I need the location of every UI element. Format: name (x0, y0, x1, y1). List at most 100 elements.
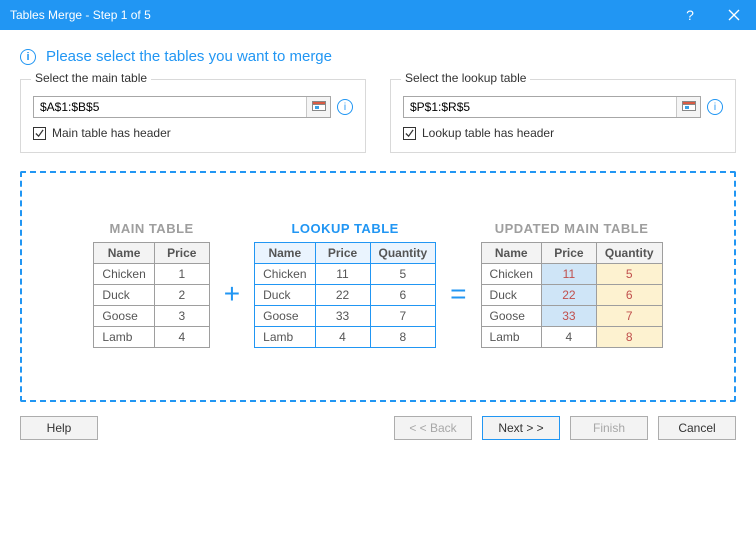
main-has-header-label: Main table has header (52, 126, 171, 140)
table-cell: 5 (370, 264, 436, 285)
table-selectors: Select the main table i Main table has h… (20, 79, 736, 153)
table-cell: 11 (315, 264, 370, 285)
table-cell: Goose (94, 306, 154, 327)
lookup-table-legend: Select the lookup table (401, 71, 530, 85)
lookup-table: Name Price Quantity Chicken115Duck226Goo… (254, 242, 436, 348)
table-row: Lamb48 (255, 327, 436, 348)
col-price: Price (154, 243, 209, 264)
table-cell: 8 (596, 327, 662, 348)
window-title: Tables Merge - Step 1 of 5 (10, 8, 668, 22)
table-cell: Chicken (481, 264, 541, 285)
info-icon: i (20, 49, 36, 65)
table-cell: Lamb (255, 327, 315, 348)
lookup-has-header-label: Lookup table has header (422, 126, 554, 140)
lookup-has-header-checkbox[interactable]: Lookup table has header (403, 126, 723, 140)
main-table-title: MAIN TABLE (93, 221, 209, 236)
help-button[interactable]: Help (20, 416, 98, 440)
page-heading: Please select the tables you want to mer… (46, 48, 332, 65)
table-cell: Goose (255, 306, 315, 327)
main-table-preview: MAIN TABLE Name Price Chicken1Duck2Goose… (93, 221, 209, 348)
table-cell: 7 (596, 306, 662, 327)
lookup-range-input[interactable] (404, 97, 676, 117)
table-cell: Lamb (94, 327, 154, 348)
table-row: Goose337 (481, 306, 662, 327)
table-cell: Lamb (481, 327, 541, 348)
table-cell: Goose (481, 306, 541, 327)
preview-panel: MAIN TABLE Name Price Chicken1Duck2Goose… (20, 171, 736, 402)
checkbox-checked-icon (33, 127, 46, 140)
main-range-info-icon[interactable]: i (337, 99, 353, 115)
col-name: Name (94, 243, 154, 264)
titlebar-close-button[interactable] (712, 0, 756, 30)
table-cell: 3 (154, 306, 209, 327)
table-cell: 8 (370, 327, 436, 348)
col-price: Price (315, 243, 370, 264)
help-icon: ? (686, 7, 694, 23)
table-cell: Chicken (255, 264, 315, 285)
table-cell: 33 (315, 306, 370, 327)
col-qty: Quantity (596, 243, 662, 264)
updated-table-preview: UPDATED MAIN TABLE Name Price Quantity C… (481, 221, 663, 348)
lookup-table-preview: LOOKUP TABLE Name Price Quantity Chicken… (254, 221, 436, 348)
table-cell: Duck (255, 285, 315, 306)
table-row: Chicken1 (94, 264, 209, 285)
close-icon (728, 9, 740, 21)
table-cell: Chicken (94, 264, 154, 285)
lookup-table-group: Select the lookup table i Lookup table h… (390, 79, 736, 153)
main-range-field[interactable] (33, 96, 331, 118)
titlebar-help-button[interactable]: ? (668, 0, 712, 30)
table-row: Duck2 (94, 285, 209, 306)
finish-button: Finish (570, 416, 648, 440)
heading-row: i Please select the tables you want to m… (20, 48, 736, 65)
table-cell: 4 (154, 327, 209, 348)
table-cell: 33 (541, 306, 596, 327)
checkbox-checked-icon (403, 127, 416, 140)
range-picker-icon (682, 101, 696, 113)
lookup-range-picker-button[interactable] (676, 97, 700, 117)
content-area: i Please select the tables you want to m… (0, 30, 756, 416)
table-row: Duck226 (481, 285, 662, 306)
table-cell: 22 (541, 285, 596, 306)
next-button[interactable]: Next > > (482, 416, 560, 440)
table-row: Lamb4 (94, 327, 209, 348)
table-cell: 2 (154, 285, 209, 306)
table-row: Chicken115 (255, 264, 436, 285)
table-cell: 5 (596, 264, 662, 285)
equals-icon: = (450, 262, 466, 308)
table-cell: 22 (315, 285, 370, 306)
table-row: Chicken115 (481, 264, 662, 285)
plus-icon: + (224, 262, 240, 308)
main-has-header-checkbox[interactable]: Main table has header (33, 126, 353, 140)
updated-table-title: UPDATED MAIN TABLE (481, 221, 663, 236)
lookup-table-title: LOOKUP TABLE (254, 221, 436, 236)
table-cell: 4 (315, 327, 370, 348)
table-row: Duck226 (255, 285, 436, 306)
footer: Help < < Back Next > > Finish Cancel (0, 416, 756, 456)
back-button: < < Back (394, 416, 472, 440)
lookup-range-info-icon[interactable]: i (707, 99, 723, 115)
cancel-button[interactable]: Cancel (658, 416, 736, 440)
main-table: Name Price Chicken1Duck2Goose3Lamb4 (93, 242, 209, 348)
col-name: Name (481, 243, 541, 264)
col-qty: Quantity (370, 243, 436, 264)
table-cell: 11 (541, 264, 596, 285)
titlebar: Tables Merge - Step 1 of 5 ? (0, 0, 756, 30)
main-table-legend: Select the main table (31, 71, 151, 85)
table-row: Goose337 (255, 306, 436, 327)
main-range-picker-button[interactable] (306, 97, 330, 117)
table-cell: Duck (94, 285, 154, 306)
main-table-group: Select the main table i Main table has h… (20, 79, 366, 153)
col-price: Price (541, 243, 596, 264)
table-cell: 6 (370, 285, 436, 306)
updated-table: Name Price Quantity Chicken115Duck226Goo… (481, 242, 663, 348)
table-cell: 4 (541, 327, 596, 348)
table-cell: 1 (154, 264, 209, 285)
table-cell: 6 (596, 285, 662, 306)
table-row: Goose3 (94, 306, 209, 327)
main-range-input[interactable] (34, 97, 306, 117)
col-name: Name (255, 243, 315, 264)
lookup-range-field[interactable] (403, 96, 701, 118)
range-picker-icon (312, 101, 326, 113)
table-cell: Duck (481, 285, 541, 306)
table-cell: 7 (370, 306, 436, 327)
